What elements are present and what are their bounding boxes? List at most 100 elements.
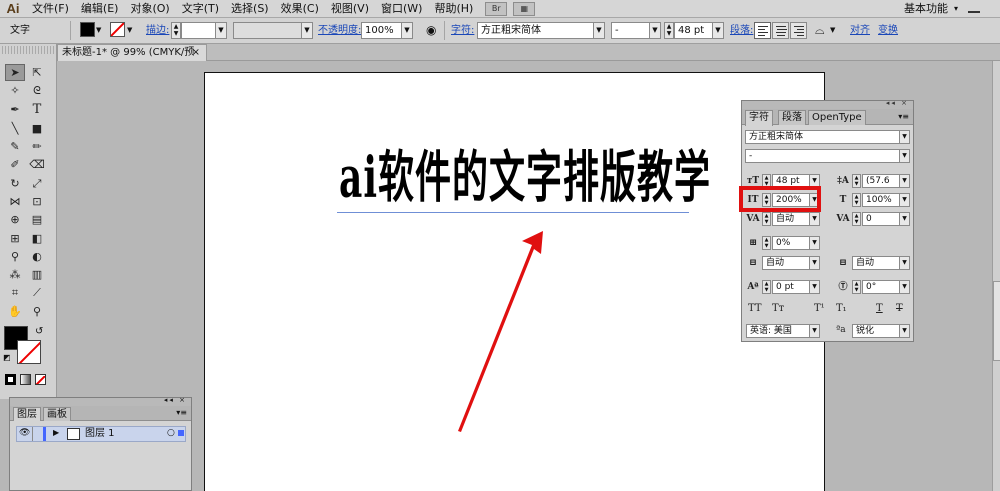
right-dock[interactable] bbox=[992, 61, 1000, 491]
artboard-tool-icon[interactable]: ⌗ bbox=[5, 284, 25, 301]
free-transform-tool-icon[interactable]: ⊡ bbox=[27, 193, 47, 210]
color-mode-icon[interactable] bbox=[5, 374, 16, 385]
chevron-down-icon[interactable]: ▼ bbox=[96, 22, 101, 39]
column-graph-tool-icon[interactable]: ▥ bbox=[27, 266, 47, 283]
panel-header[interactable]: ◂◂ × bbox=[10, 396, 191, 406]
baseline-shift-stepper[interactable]: ▲ ▼ bbox=[762, 280, 771, 294]
transform-label[interactable]: 变换 bbox=[878, 22, 898, 39]
menu-window[interactable]: 窗口(W) bbox=[375, 0, 428, 18]
tab-character[interactable]: 字符 bbox=[745, 110, 773, 126]
eraser-tool-icon[interactable]: ⌫ bbox=[27, 156, 47, 173]
rectangle-tool-icon[interactable]: ■ bbox=[27, 120, 47, 137]
stroke-color-box[interactable] bbox=[17, 340, 41, 364]
font-style-field[interactable]: - ▼ bbox=[611, 22, 661, 39]
stroke-weight-field[interactable]: ▼ bbox=[181, 22, 227, 39]
small-caps-button[interactable]: Tт bbox=[772, 303, 784, 314]
tab-artboards[interactable]: 画板 bbox=[43, 407, 71, 421]
workspace-switcher[interactable]: 基本功能 bbox=[904, 0, 948, 18]
blend-tool-icon[interactable]: ◐ bbox=[27, 248, 47, 265]
align-center-button[interactable] bbox=[772, 22, 789, 39]
menu-file[interactable]: 文件(F) bbox=[26, 0, 75, 18]
perspective-grid-tool-icon[interactable]: ▤ bbox=[27, 211, 47, 228]
menu-effect[interactable]: 效果(C) bbox=[275, 0, 325, 18]
document-tab[interactable]: 未标题-1* @ 99% (CMYK/预览) × bbox=[57, 44, 207, 73]
character-rotation-stepper[interactable]: ▲ ▼ bbox=[852, 280, 861, 294]
fill-swatch[interactable] bbox=[80, 22, 95, 37]
variable-width-field[interactable]: ▼ bbox=[233, 22, 313, 39]
font-style-field[interactable]: - ▼ bbox=[745, 149, 910, 163]
paragraph-label[interactable]: 段落: bbox=[730, 22, 753, 39]
recolor-icon[interactable]: ◉ bbox=[426, 22, 436, 39]
leading-stepper[interactable]: ▲ ▼ bbox=[852, 174, 861, 188]
subscript-button[interactable]: T₁ bbox=[836, 303, 847, 314]
opacity-label[interactable]: 不透明度: bbox=[318, 22, 361, 39]
panel-grip[interactable] bbox=[2, 46, 54, 54]
panel-collapse-close-icon[interactable]: ◂◂ × bbox=[164, 396, 187, 404]
align-left-button[interactable] bbox=[754, 22, 771, 39]
scrollbar-thumb[interactable] bbox=[993, 281, 1000, 361]
panel-collapse-close-icon[interactable]: ◂◂ × bbox=[886, 99, 909, 107]
aki-left-field[interactable]: 自动 ▼ bbox=[762, 256, 820, 270]
tsume-stepper[interactable]: ▲ ▼ bbox=[762, 236, 771, 250]
artboard[interactable]: ai软件的文字排版教学 bbox=[204, 72, 825, 491]
rotate-tool-icon[interactable]: ↻ bbox=[5, 175, 25, 192]
close-icon[interactable]: × bbox=[192, 45, 200, 60]
layer-row[interactable]: 👁 ▶ 图层 1 ○ bbox=[16, 426, 186, 442]
align-right-button[interactable] bbox=[790, 22, 807, 39]
mesh-tool-icon[interactable]: ⊞ bbox=[5, 230, 25, 247]
pen-tool-icon[interactable]: ✒ bbox=[5, 101, 25, 118]
gradient-mode-icon[interactable] bbox=[20, 374, 31, 385]
tab-layers[interactable]: 图层 bbox=[13, 407, 41, 421]
horizontal-scale-field[interactable]: 100% ▼ bbox=[862, 193, 910, 207]
stroke-swatch[interactable] bbox=[110, 22, 125, 37]
stroke-label[interactable]: 描边: bbox=[146, 22, 169, 39]
leading-field[interactable]: (57.6 ▼ bbox=[862, 174, 910, 188]
slice-tool-icon[interactable]: ⟋ bbox=[27, 284, 47, 301]
anti-alias-field[interactable]: 锐化 ▼ bbox=[852, 324, 910, 338]
baseline-shift-field[interactable]: 0 pt ▼ bbox=[772, 280, 820, 294]
blob-brush-tool-icon[interactable]: ✐ bbox=[5, 156, 25, 173]
line-tool-icon[interactable]: ╲ bbox=[5, 120, 25, 137]
chevron-down-icon[interactable]: ▼ bbox=[127, 22, 132, 39]
layer-name[interactable]: 图层 1 bbox=[85, 427, 115, 441]
lasso-tool-icon[interactable]: ᘓ bbox=[27, 82, 47, 99]
tab-opentype[interactable]: OpenType bbox=[808, 110, 866, 125]
chevron-down-icon[interactable]: ▾ bbox=[954, 0, 958, 18]
menu-object[interactable]: 对象(O) bbox=[124, 0, 175, 18]
type-tool-icon[interactable]: T bbox=[27, 101, 47, 118]
menu-help[interactable]: 帮助(H) bbox=[428, 0, 479, 18]
panel-header[interactable]: ◂◂ × bbox=[742, 99, 913, 109]
paintbrush-tool-icon[interactable]: ✎ bbox=[5, 138, 25, 155]
align-label[interactable]: 对齐 bbox=[850, 22, 870, 39]
superscript-button[interactable]: T¹ bbox=[814, 303, 825, 314]
strikethrough-button[interactable]: T bbox=[896, 303, 903, 314]
envelope-warp-icon[interactable]: ⌓ bbox=[815, 22, 825, 39]
tab-paragraph[interactable]: 段落 bbox=[778, 110, 806, 125]
hand-tool-icon[interactable]: ✋ bbox=[5, 303, 25, 320]
default-colors-icon[interactable]: ◩ bbox=[3, 353, 11, 362]
pencil-tool-icon[interactable]: ✏ bbox=[27, 138, 47, 155]
magic-wand-tool-icon[interactable]: ✧ bbox=[5, 82, 25, 99]
symbol-sprayer-tool-icon[interactable]: ⁂ bbox=[5, 266, 25, 283]
eye-icon[interactable]: 👁 bbox=[19, 428, 30, 438]
font-family-field[interactable]: 方正粗宋简体 ▼ bbox=[477, 22, 605, 39]
artboard-text[interactable]: ai软件的文字排版教学 bbox=[339, 139, 711, 217]
swap-icon[interactable]: ↺ bbox=[35, 326, 43, 337]
minimize-icon[interactable] bbox=[968, 3, 980, 13]
menu-edit[interactable]: 编辑(E) bbox=[75, 0, 125, 18]
expand-triangle-icon[interactable]: ▶ bbox=[53, 428, 59, 437]
font-family-field[interactable]: 方正粗宋简体 ▼ bbox=[745, 130, 910, 144]
opacity-field[interactable]: 100% ▼ bbox=[361, 22, 413, 39]
tracking-stepper[interactable]: ▲ ▼ bbox=[852, 212, 861, 226]
scale-tool-icon[interactable]: ⤢ bbox=[27, 175, 47, 192]
language-field[interactable]: 英语: 美国 ▼ bbox=[746, 324, 820, 338]
tsume-field[interactable]: 0% ▼ bbox=[772, 236, 820, 250]
aki-right-field[interactable]: 自动 ▼ bbox=[852, 256, 910, 270]
chevron-down-icon[interactable]: ▼ bbox=[830, 22, 835, 39]
selection-tool-icon[interactable]: ➤ bbox=[5, 64, 25, 81]
shape-builder-tool-icon[interactable]: ⊕ bbox=[5, 211, 25, 228]
stroke-stepper[interactable]: ▲ ▼ bbox=[171, 22, 181, 39]
target-icon[interactable]: ○ bbox=[167, 428, 175, 438]
all-caps-button[interactable]: TT bbox=[748, 303, 762, 314]
eyedropper-tool-icon[interactable]: ⚲ bbox=[5, 248, 25, 265]
